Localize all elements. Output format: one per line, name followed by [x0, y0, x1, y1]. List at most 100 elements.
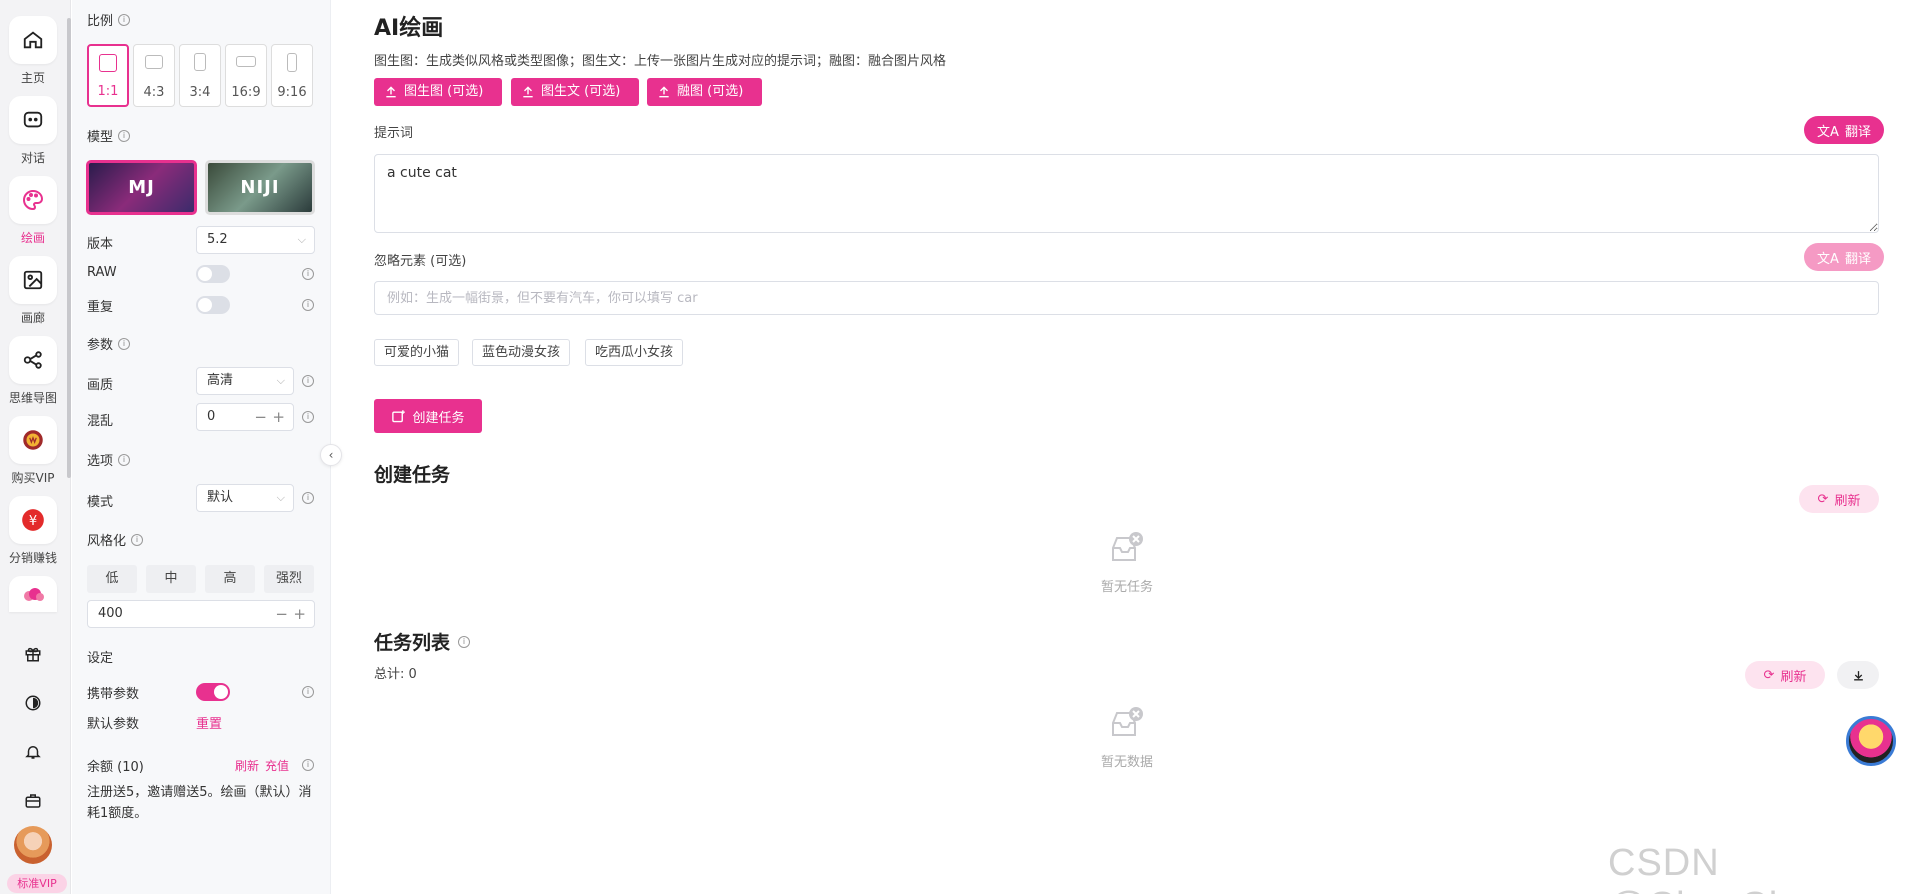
info-icon[interactable]: i — [302, 411, 314, 423]
negative-translate-button[interactable]: 文A 翻译 — [1804, 243, 1884, 271]
plus-icon[interactable]: + — [272, 404, 285, 430]
total-count: 总计: 0 — [374, 667, 417, 682]
info-icon[interactable]: i — [302, 375, 314, 387]
vip-badge: 标准VIP — [7, 874, 67, 893]
tasks-title: 创建任务 — [374, 464, 451, 486]
nav-label: 思维导图 — [8, 391, 57, 405]
mode-value: 默认 — [207, 490, 234, 505]
info-icon[interactable]: i — [458, 635, 471, 648]
info-icon[interactable]: i — [131, 533, 144, 546]
vip-icon — [9, 416, 57, 464]
carry-params-toggle[interactable] — [196, 683, 230, 701]
minus-icon[interactable]: − — [275, 601, 288, 627]
stylize-mid-button[interactable]: 中 — [146, 565, 196, 593]
stylize-high-button[interactable]: 高 — [205, 565, 255, 593]
ratio-option-3-4[interactable]: 3:4 — [179, 44, 221, 107]
watermark: CSDN @ChayChan — [1608, 842, 1834, 894]
ratio-label: 3:4 — [189, 85, 211, 100]
info-icon[interactable]: i — [302, 686, 314, 698]
repeat-label: 重复 — [87, 300, 114, 315]
quality-value: 高清 — [207, 373, 234, 388]
prompt-chip[interactable]: 可爱的小猫 — [374, 339, 460, 366]
ratio-label: 4:3 — [143, 85, 165, 100]
recharge-link[interactable]: 充值 — [265, 757, 289, 774]
info-icon[interactable]: i — [118, 129, 131, 142]
stylize-strong-button[interactable]: 强烈 — [264, 565, 314, 593]
briefcase-icon[interactable] — [0, 788, 66, 814]
stylize-stepper[interactable]: 400 − + — [87, 600, 315, 628]
nav-label: 主页 — [20, 71, 45, 85]
info-icon[interactable]: i — [302, 492, 314, 504]
nav-item-gallery[interactable]: 画廊 — [0, 256, 66, 326]
model-option-mj[interactable]: MJ — [86, 160, 197, 215]
info-icon[interactable]: i — [302, 299, 314, 311]
cloud-icon — [9, 576, 57, 612]
nav-item-mindmap[interactable]: 思维导图 — [0, 336, 66, 406]
reset-link[interactable]: 重置 — [196, 713, 222, 732]
toggle-knob — [198, 298, 212, 312]
info-icon[interactable]: i — [302, 759, 314, 771]
stylize-low-button[interactable]: 低 — [87, 565, 137, 593]
model-section-title: 模型 i — [87, 126, 131, 145]
toggle-knob — [214, 685, 228, 699]
version-value: 5.2 — [207, 232, 228, 247]
tasks-empty-state: 暂无任务 — [1067, 530, 1187, 595]
info-icon[interactable]: i — [118, 337, 131, 350]
collapse-panel-button[interactable]: ‹ — [320, 444, 342, 466]
blend-upload-button[interactable]: 融图 (可选) — [647, 78, 762, 106]
svg-text:¥: ¥ — [29, 514, 37, 529]
nav-item-home[interactable]: 主页 — [0, 16, 66, 86]
negative-input[interactable] — [374, 281, 1879, 315]
repeat-toggle[interactable] — [196, 296, 230, 314]
img2img-upload-button[interactable]: 图生图 (可选) — [374, 78, 502, 106]
prompt-chip[interactable]: 吃西瓜小女孩 — [585, 339, 684, 366]
gift-icon[interactable] — [0, 641, 66, 667]
info-icon[interactable]: i — [302, 268, 314, 280]
chat-icon — [9, 96, 57, 144]
nav-item-cloud[interactable] — [0, 576, 66, 612]
nav-item-affiliate[interactable]: ¥ 分销赚钱 — [0, 496, 66, 566]
ratio-option-16-9[interactable]: 16:9 — [225, 44, 267, 107]
params-section-title: 参数 i — [87, 334, 131, 353]
nav-item-buy-vip[interactable]: 购买VIP — [0, 416, 66, 486]
info-icon[interactable]: i — [118, 453, 131, 466]
list-refresh-button[interactable]: ⟳ 刷新 — [1745, 661, 1825, 689]
balance-refresh-link[interactable]: 刷新 — [235, 757, 259, 774]
prompt-translate-button[interactable]: 文A 翻译 — [1804, 116, 1884, 144]
img2text-upload-button[interactable]: 图生文 (可选) — [511, 78, 639, 106]
tasks-refresh-button[interactable]: ⟳ 刷新 — [1799, 485, 1879, 513]
ratio-shape — [236, 56, 256, 67]
nav-scrollbar[interactable] — [67, 18, 71, 478]
nav-label: 分销赚钱 — [8, 551, 57, 565]
chaos-stepper[interactable]: 0 − + — [196, 403, 294, 431]
avatar[interactable] — [14, 826, 52, 864]
image-icon — [9, 256, 57, 304]
ratio-option-4-3[interactable]: 4:3 — [133, 44, 175, 107]
bell-icon[interactable] — [0, 739, 66, 765]
minus-icon[interactable]: − — [254, 404, 267, 430]
plus-icon[interactable]: + — [293, 601, 306, 627]
balance-note: 注册送5，邀请赠送5。绘画（默认）消耗1额度。 — [87, 785, 312, 821]
theme-icon[interactable] — [0, 690, 66, 716]
quality-select[interactable]: 高清 ⌵ — [196, 367, 294, 395]
ratio-option-9-16[interactable]: 9:16 — [271, 44, 313, 107]
mode-select[interactable]: 默认 ⌵ — [196, 484, 294, 512]
ratio-option-1-1[interactable]: 1:1 — [87, 44, 129, 107]
palette-icon — [9, 176, 57, 224]
create-task-button[interactable]: 创建任务 — [374, 399, 482, 433]
refresh-icon: ⟳ — [1763, 667, 1775, 683]
floating-assistant-avatar[interactable] — [1846, 716, 1896, 766]
model-option-niji[interactable]: NIJI — [205, 160, 315, 215]
nav-item-chat[interactable]: 对话 — [0, 96, 66, 166]
create-task-label: 创建任务 — [412, 410, 465, 426]
ratio-label: 1:1 — [97, 84, 119, 99]
download-button[interactable] — [1837, 661, 1879, 689]
version-select[interactable]: 5.2 ⌵ — [196, 226, 315, 254]
prompt-chip[interactable]: 蓝色动漫女孩 — [472, 339, 571, 366]
raw-toggle[interactable] — [196, 265, 230, 283]
prompt-input[interactable]: a cute cat — [374, 154, 1879, 233]
nav-item-draw[interactable]: 绘画 — [0, 176, 66, 246]
options-section-title: 选项 i — [87, 450, 131, 469]
page-subtitle: 图生图：生成类似风格或类型图像；图生文：上传一张图片生成对应的提示词；融图：融合… — [374, 54, 947, 69]
info-icon[interactable]: i — [118, 13, 131, 26]
